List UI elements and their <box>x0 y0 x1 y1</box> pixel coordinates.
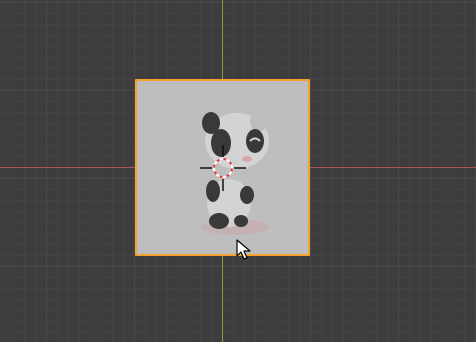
mouse-pointer-icon <box>236 239 251 260</box>
3d-viewport[interactable] <box>0 0 476 342</box>
3d-cursor-icon[interactable] <box>198 143 248 193</box>
